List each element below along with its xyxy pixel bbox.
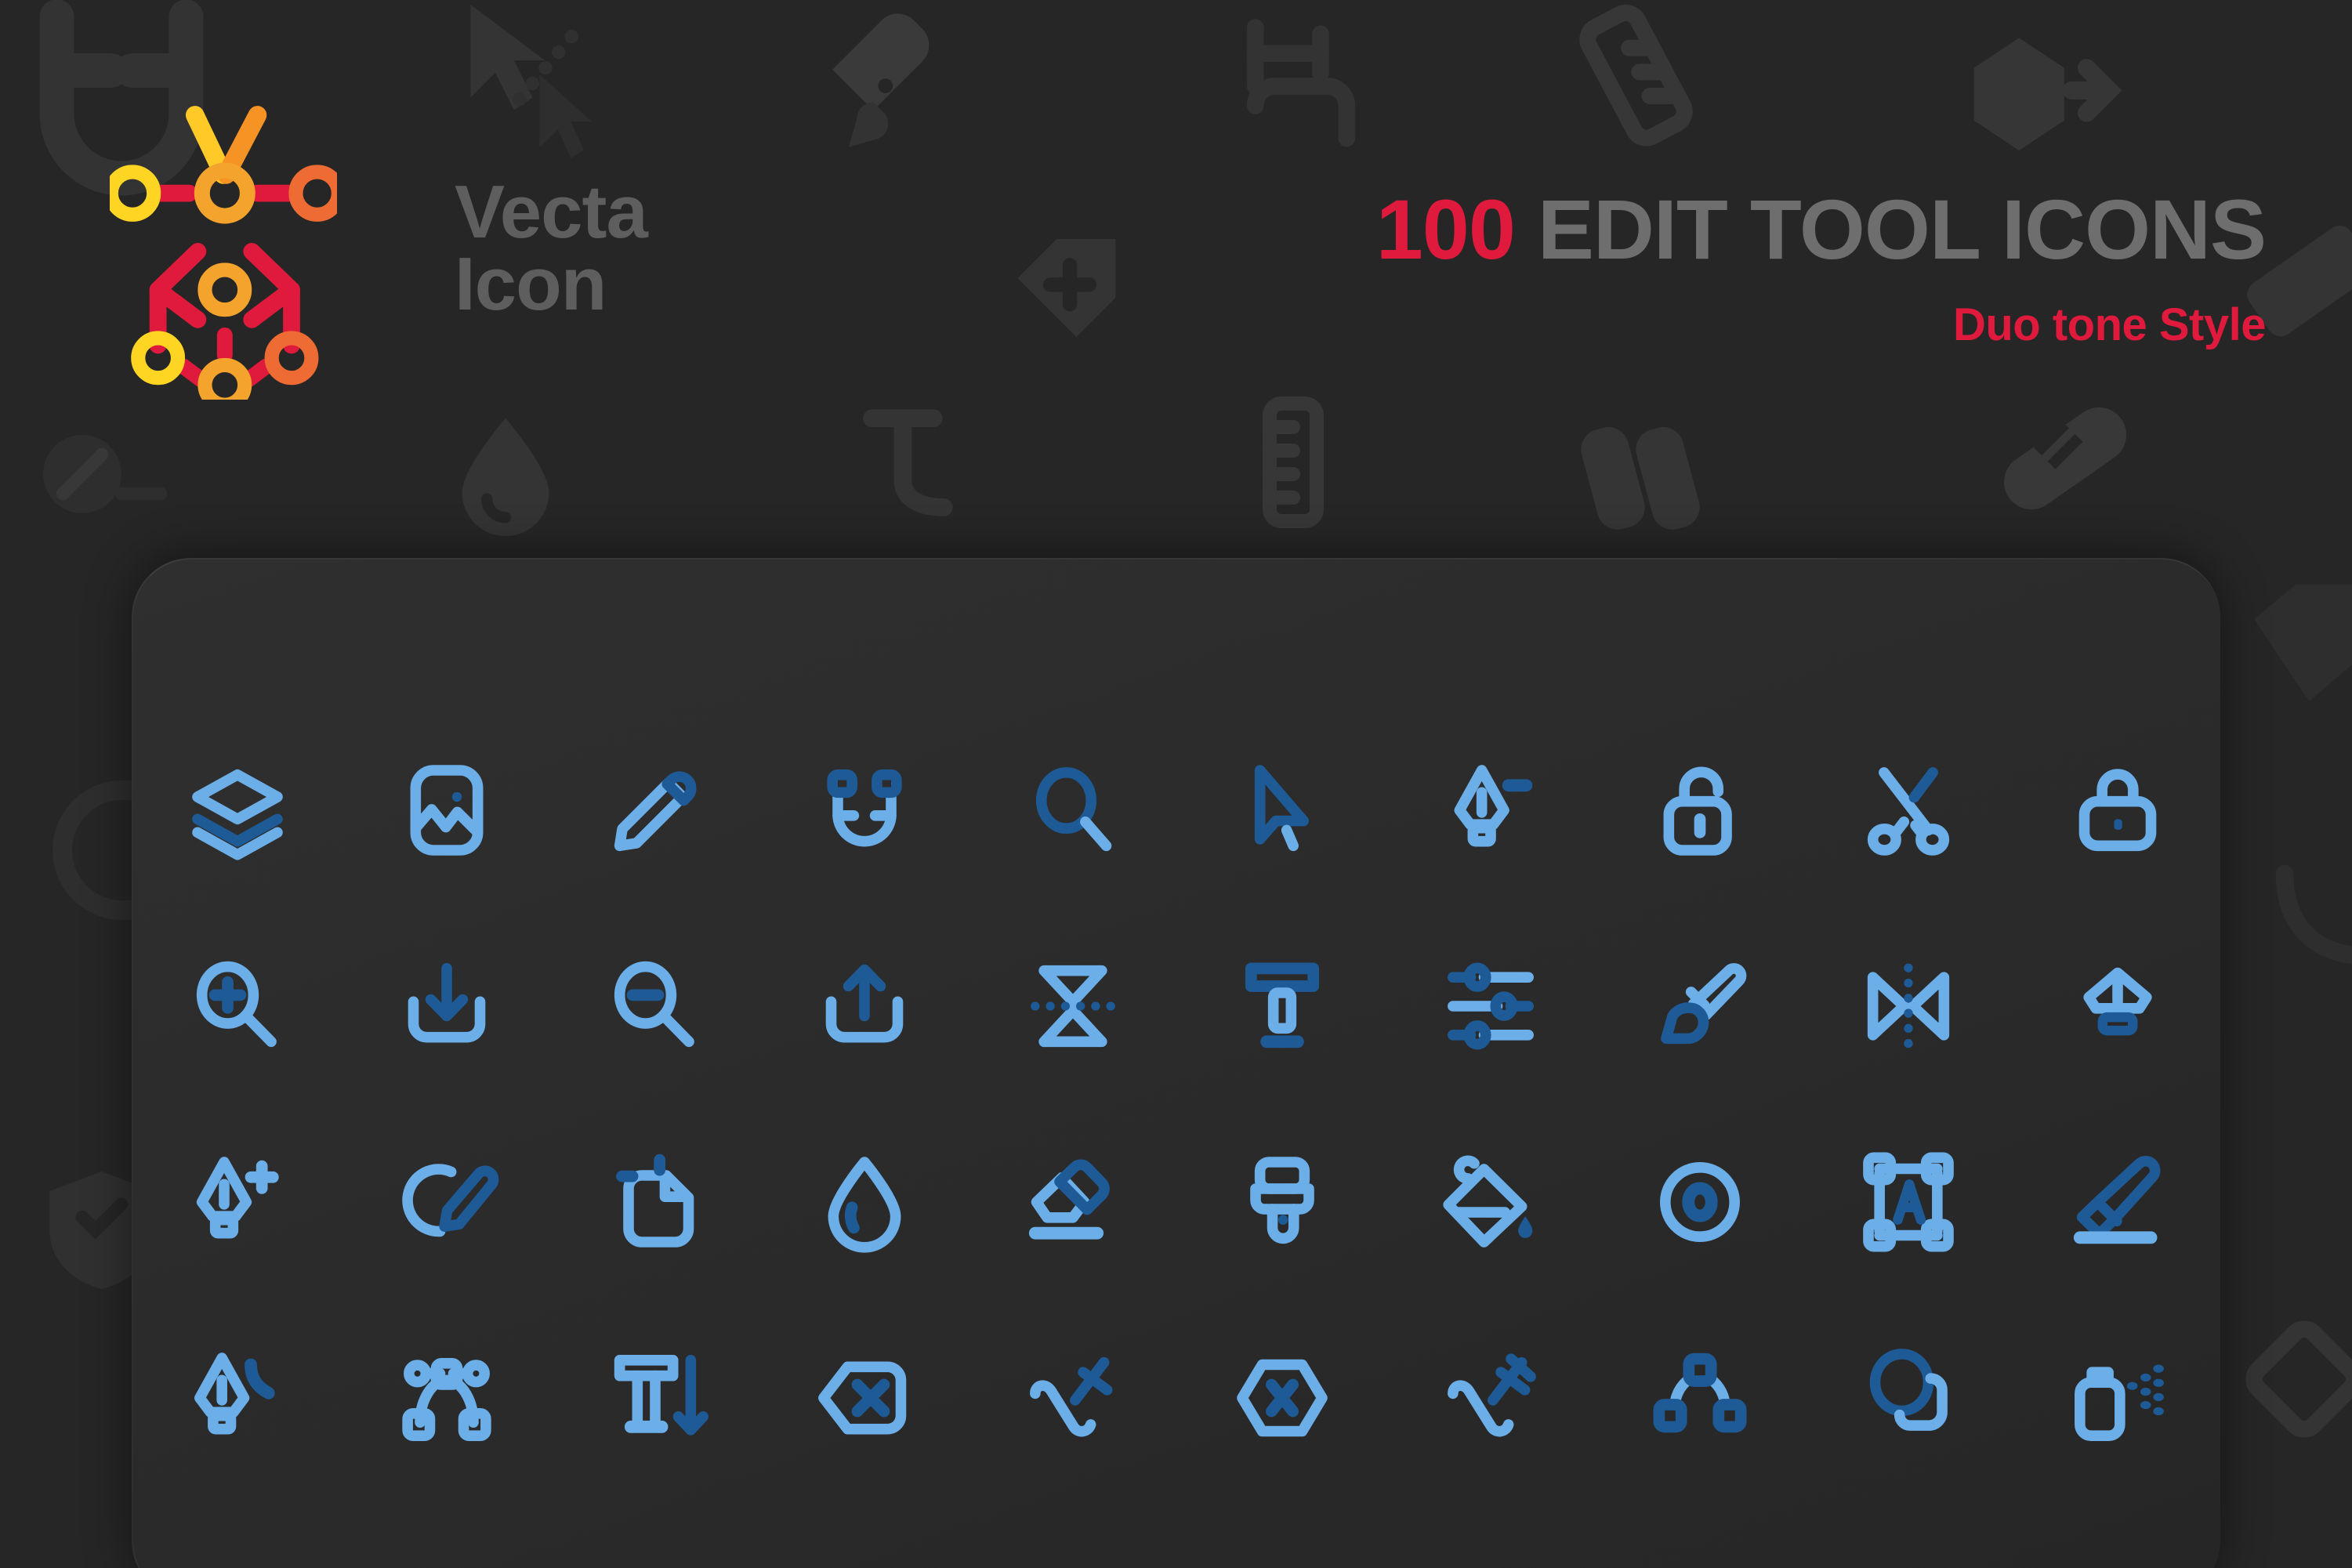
diamond-watermark: [2245, 1320, 2352, 1438]
poster-header: Vecta Icon 100 EDIT TOOL ICONS Duo tone …: [0, 0, 2352, 549]
search-icon[interactable]: [1006, 744, 1140, 877]
title-rest: EDIT TOOL ICONS: [1514, 182, 2267, 277]
layers-icon[interactable]: [171, 744, 304, 877]
unlock-icon[interactable]: [1633, 744, 1767, 877]
flip-horizontal-icon[interactable]: [1842, 940, 1975, 1073]
poster-canvas: Vecta Icon 100 EDIT TOOL ICONS Duo tone …: [0, 0, 2352, 1568]
icon-showcase-card: [132, 558, 2220, 1568]
pen-nib-minus-icon[interactable]: [1424, 744, 1557, 877]
cursor-pointer-icon[interactable]: [1216, 744, 1349, 877]
highlighter-icon[interactable]: [2051, 1135, 2184, 1269]
anchor-points-icon[interactable]: [1633, 1331, 1767, 1465]
icon-count: 100: [1375, 182, 1516, 277]
tag-right-watermark: [2254, 585, 2352, 701]
text-height-icon[interactable]: [589, 1331, 722, 1465]
brush-flat-icon[interactable]: [1216, 1135, 1349, 1269]
spray-can-icon[interactable]: [2051, 1331, 2184, 1465]
poster-subtitle: Duo tone Style: [1952, 299, 2267, 350]
brand-name: Vecta Icon: [455, 175, 648, 327]
new-file-icon[interactable]: [589, 1135, 722, 1269]
pen-nib-plus-icon[interactable]: [171, 1135, 304, 1269]
delete-shape-icon[interactable]: [1216, 1331, 1349, 1465]
curve-measure-icon[interactable]: [1006, 1331, 1140, 1465]
flip-vertical-icon[interactable]: [1006, 940, 1140, 1073]
text-box-icon[interactable]: [1842, 1135, 1975, 1269]
icon-grid: [133, 712, 2220, 1496]
vecta-icon-logo: [110, 106, 337, 400]
image-icon[interactable]: [380, 744, 513, 877]
poster-title-block: 100 EDIT TOOL ICONS Duo tone Style: [1375, 180, 2267, 351]
sliders-icon[interactable]: [1424, 940, 1557, 1073]
download-icon[interactable]: [380, 940, 513, 1073]
eye-icon[interactable]: [1633, 1135, 1767, 1269]
droplet-icon[interactable]: [798, 1135, 931, 1269]
paint-bucket-icon[interactable]: [1424, 1135, 1557, 1269]
paintbrush-icon[interactable]: [1633, 940, 1767, 1073]
bezier-node-icon[interactable]: [380, 1331, 513, 1465]
lock-icon[interactable]: [2051, 744, 2184, 877]
scissors-icon[interactable]: [1842, 744, 1975, 877]
edit-circle-icon[interactable]: [380, 1135, 513, 1269]
text-tool-icon[interactable]: [1216, 940, 1349, 1073]
upload-icon[interactable]: [798, 940, 931, 1073]
curve2-watermark: [2275, 864, 2352, 965]
lasso-icon[interactable]: [1842, 1331, 1975, 1465]
curve-rule-icon[interactable]: [1424, 1331, 1557, 1465]
pen-nib-down-icon[interactable]: [2051, 940, 2184, 1073]
pen-nib-curve-icon[interactable]: [171, 1331, 304, 1465]
poster-title: 100 EDIT TOOL ICONS: [1375, 180, 2267, 278]
magnet-icon[interactable]: [798, 744, 931, 877]
zoom-in-icon[interactable]: [171, 940, 304, 1073]
backspace-icon[interactable]: [798, 1331, 931, 1465]
zoom-out-icon[interactable]: [589, 940, 722, 1073]
eraser-icon[interactable]: [1006, 1135, 1140, 1269]
pencil-icon[interactable]: [589, 744, 722, 877]
brand-line-1: Vecta: [455, 170, 648, 254]
brand-line-2: Icon: [455, 242, 607, 327]
